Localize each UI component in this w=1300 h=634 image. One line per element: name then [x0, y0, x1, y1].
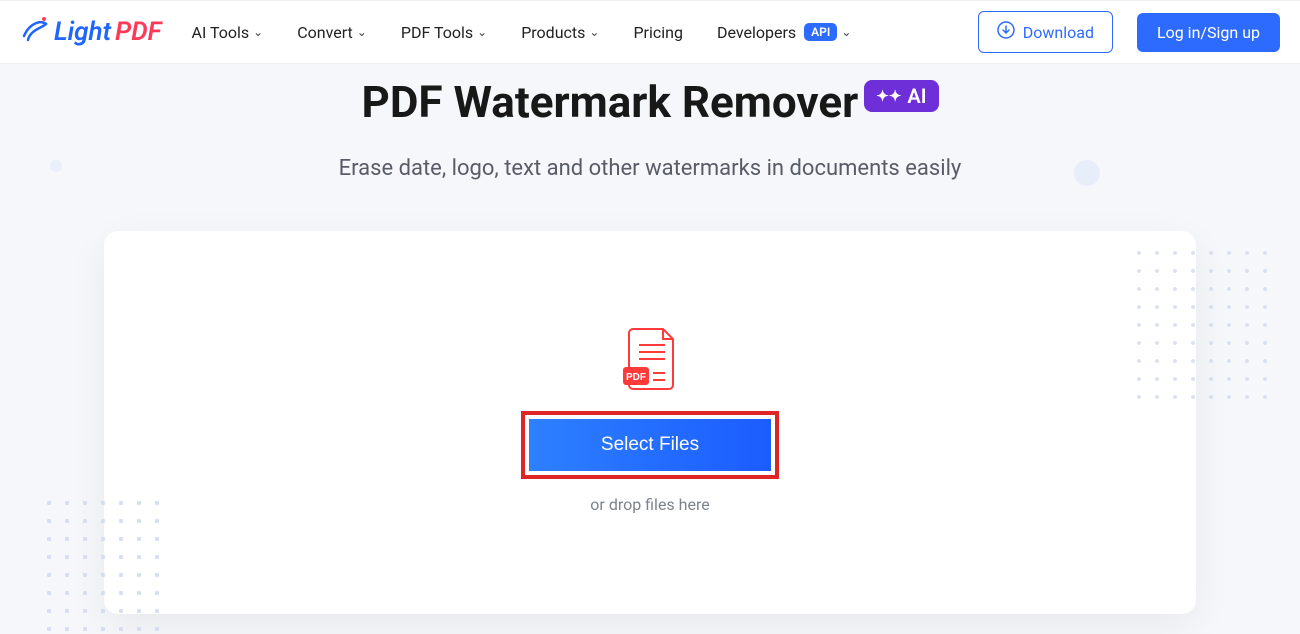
login-signup-button[interactable]: Log in/Sign up	[1137, 13, 1280, 52]
select-files-highlight: Select Files	[521, 411, 779, 479]
select-files-label: Select Files	[601, 434, 699, 455]
logo-swirl-icon	[20, 14, 50, 51]
nav-label: PDF Tools	[401, 23, 473, 42]
nav-label: Products	[521, 23, 585, 42]
nav-developers[interactable]: Developers API ⌄	[717, 23, 851, 42]
api-badge: API	[804, 23, 837, 41]
chevron-down-icon: ⌄	[253, 25, 263, 39]
nav-ai-tools[interactable]: AI Tools ⌄	[192, 23, 264, 42]
nav: AI Tools ⌄ Convert ⌄ PDF Tools ⌄ Product…	[192, 23, 852, 42]
download-icon	[997, 21, 1015, 43]
nav-convert[interactable]: Convert ⌄	[297, 23, 367, 42]
login-label: Log in/Sign up	[1157, 23, 1260, 42]
nav-label: Developers	[717, 23, 796, 42]
nav-label: Pricing	[633, 23, 683, 42]
svg-text:PDF: PDF	[626, 372, 646, 383]
pdf-file-icon: PDF	[621, 327, 679, 395]
nav-pdf-tools[interactable]: PDF Tools ⌄	[401, 23, 487, 42]
hero: PDF Watermark Remover ✦✦ AI Erase date, …	[0, 64, 1300, 614]
decorative-circle	[1074, 160, 1100, 186]
ai-badge-label: AI	[907, 84, 926, 108]
select-files-button[interactable]: Select Files	[529, 419, 771, 471]
chevron-down-icon: ⌄	[477, 25, 487, 39]
download-label: Download	[1023, 23, 1094, 42]
sparkle-icon: ✦✦	[876, 87, 901, 105]
nav-pricing[interactable]: Pricing	[633, 23, 683, 42]
ai-badge: ✦✦ AI	[864, 80, 938, 112]
upload-card: PDF Select Files or drop files here	[104, 231, 1196, 614]
logo-text-pdf: PDF	[115, 17, 161, 47]
drop-hint: or drop files here	[590, 495, 709, 514]
page-subtitle: Erase date, logo, text and other waterma…	[0, 156, 1300, 181]
chevron-down-icon: ⌄	[841, 25, 851, 39]
page-title: PDF Watermark Remover	[361, 76, 858, 128]
decorative-circle	[50, 160, 62, 172]
title-row: PDF Watermark Remover ✦✦ AI	[361, 76, 938, 128]
chevron-down-icon: ⌄	[357, 25, 367, 39]
header: LightPDF AI Tools ⌄ Convert ⌄ PDF Tools …	[0, 0, 1300, 64]
chevron-down-icon: ⌄	[589, 25, 599, 39]
nav-products[interactable]: Products ⌄	[521, 23, 599, 42]
logo-text-light: Light	[54, 17, 111, 47]
nav-label: Convert	[297, 23, 353, 42]
download-button[interactable]: Download	[978, 11, 1113, 53]
nav-label: AI Tools	[192, 23, 250, 42]
logo[interactable]: LightPDF	[20, 14, 162, 51]
